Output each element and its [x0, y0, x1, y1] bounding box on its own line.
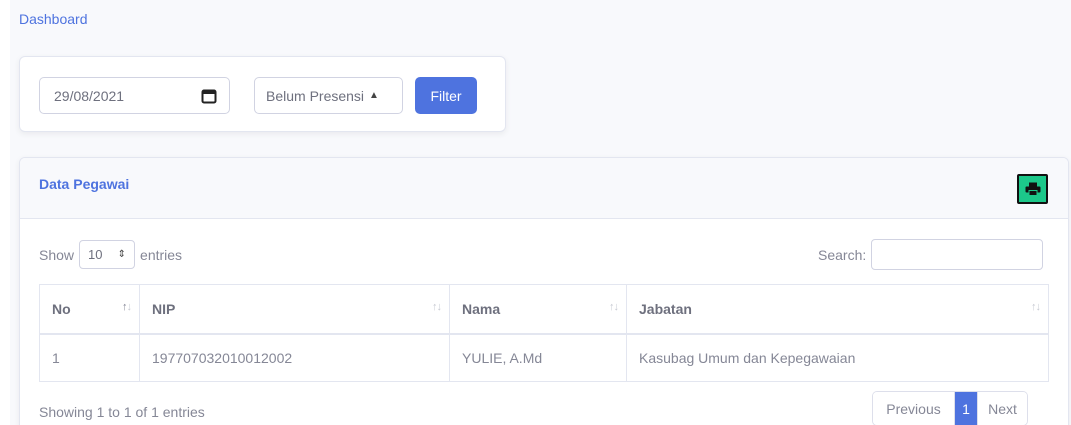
print-icon: [1025, 182, 1040, 196]
sort-icon: ↑↓: [609, 301, 619, 313]
sort-icon: ↑↓: [432, 301, 442, 313]
card-title: Data Pegawai: [39, 176, 130, 192]
calendar-icon[interactable]: [201, 88, 217, 104]
print-button[interactable]: [1017, 174, 1048, 204]
page-1-button[interactable]: 1: [955, 392, 977, 425]
search-input[interactable]: [871, 239, 1044, 270]
cell-jabatan: Kasubag Umum dan Kepegawaian: [626, 333, 1049, 382]
search-label: Search:: [818, 246, 867, 263]
show-label: Show: [39, 246, 75, 263]
cell-nip: 197707032010012002: [139, 333, 450, 382]
length-select[interactable]: 10 ⇕: [79, 240, 136, 269]
sort-icon: ↑↓: [1031, 301, 1041, 313]
column-header-nip[interactable]: NIP ↑↓: [139, 284, 450, 335]
sort-icon: ↑↓: [122, 301, 132, 313]
pegawai-table: No ↑↓ NIP ↑↓ Nama ↑↓ Jabatan ↑↓ 1 197707…: [39, 284, 1049, 382]
sidebar-edge: [0, 0, 10, 425]
status-select[interactable]: Belum Presensi ▲︎: [254, 77, 403, 114]
length-control: Show 10 ⇕ entries: [39, 240, 182, 269]
column-label: Jabatan: [639, 300, 692, 317]
date-value: 29/08/2021: [54, 87, 125, 104]
next-button[interactable]: Next: [977, 392, 1027, 425]
filter-button[interactable]: Filter: [415, 77, 477, 114]
cell-nama: YULIE, A.Md: [449, 333, 627, 382]
select-arrows-icon: ▲︎: [369, 90, 379, 101]
table-info: Showing 1 to 1 of 1 entries: [39, 404, 205, 420]
filter-card: 29/08/2021 Belum Presensi ▲︎ Filter: [19, 56, 506, 132]
date-input[interactable]: 29/08/2021: [39, 77, 230, 114]
search-control: Search:: [818, 239, 1044, 270]
data-pegawai-card: Data Pegawai Show 10 ⇕ entries Search: N…: [19, 157, 1069, 425]
previous-button[interactable]: Previous: [873, 392, 955, 425]
cell-no: 1: [39, 333, 140, 382]
column-header-no[interactable]: No ↑↓: [39, 284, 140, 335]
table-row: 1 197707032010012002 YULIE, A.Md Kasubag…: [39, 333, 1049, 382]
column-label: No: [52, 300, 71, 317]
entries-label: entries: [140, 246, 183, 263]
table-header-row: No ↑↓ NIP ↑↓ Nama ↑↓ Jabatan ↑↓: [39, 284, 1049, 335]
page: Dashboard 29/08/2021 Belum Presensi ▲︎ F…: [0, 0, 1071, 425]
card-header: Data Pegawai: [20, 158, 1068, 219]
pagination: Previous 1 Next: [872, 391, 1028, 425]
column-header-jabatan[interactable]: Jabatan ↑↓: [626, 284, 1049, 335]
column-header-nama[interactable]: Nama ↑↓: [449, 284, 627, 335]
status-selected: Belum Presensi: [266, 87, 365, 104]
column-label: Nama: [462, 300, 501, 317]
select-arrows-icon: ⇕: [117, 249, 127, 260]
length-value: 10: [88, 247, 103, 262]
breadcrumb-dashboard[interactable]: Dashboard: [19, 11, 88, 27]
column-label: NIP: [152, 300, 176, 317]
